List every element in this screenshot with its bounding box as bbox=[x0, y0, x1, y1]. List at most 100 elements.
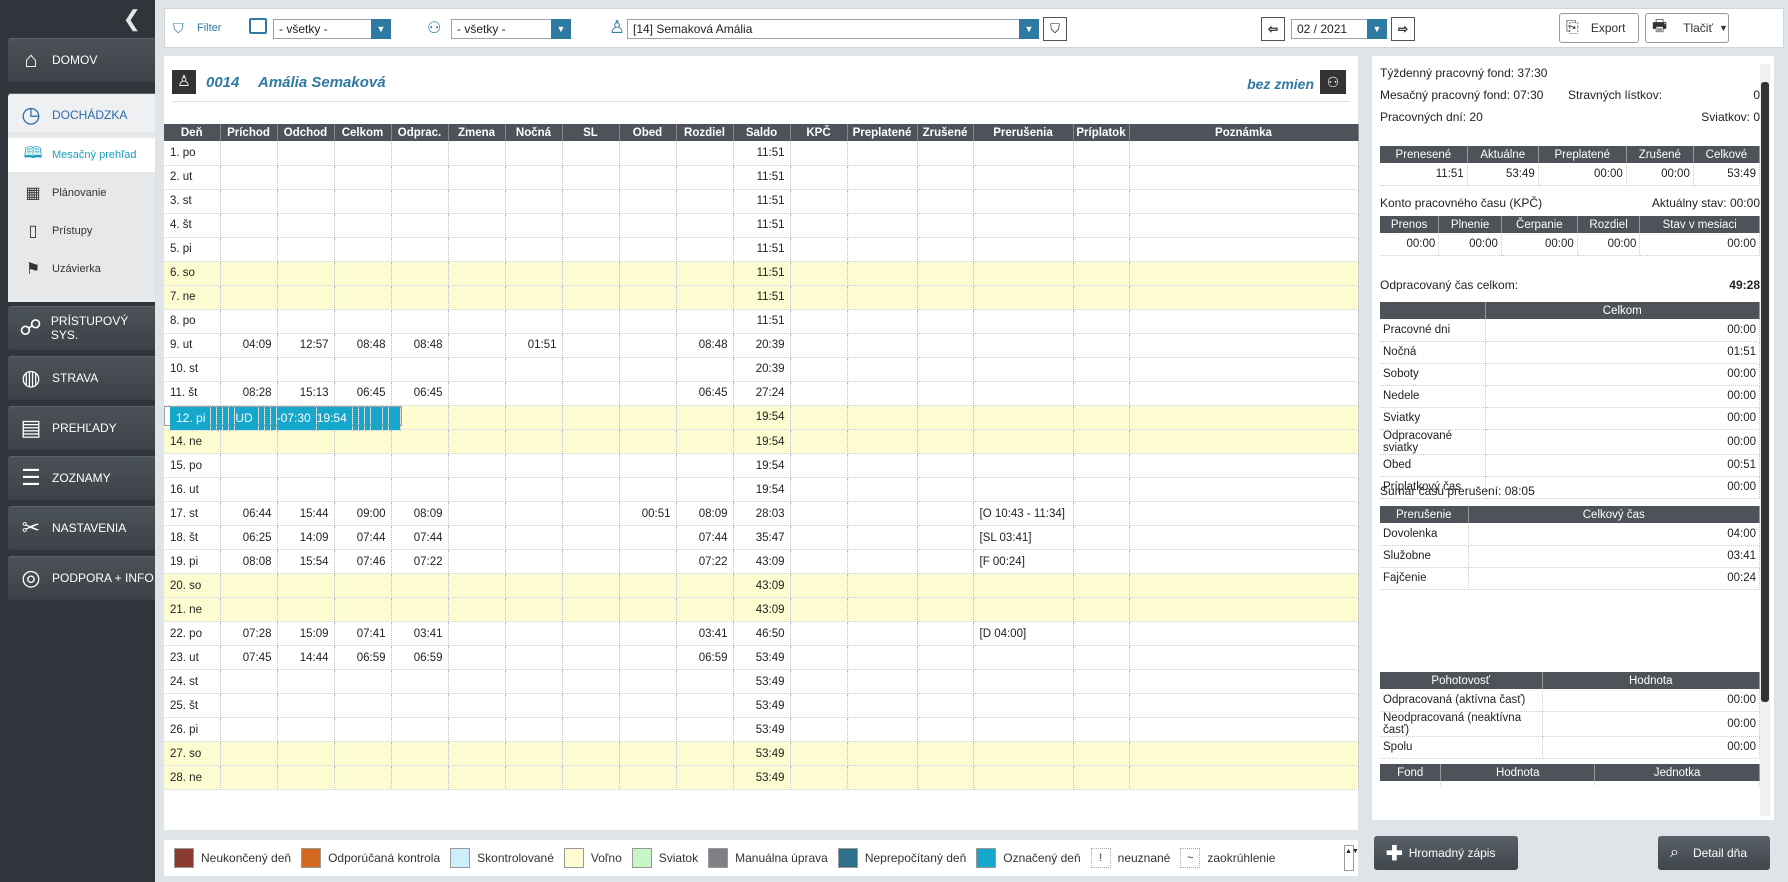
cell-preplaten- bbox=[847, 549, 918, 574]
cell-zmena bbox=[448, 405, 506, 430]
submenu-item[interactable]: ▦ Plánovanie bbox=[8, 176, 155, 210]
cell-odprac- bbox=[391, 237, 449, 262]
cell-pozn-mka bbox=[1129, 597, 1359, 622]
column-header[interactable]: Nočná bbox=[505, 124, 563, 141]
column-header[interactable]: Prerušenia bbox=[973, 124, 1074, 141]
column-header[interactable]: KPČ bbox=[790, 124, 848, 141]
day-row[interactable]: 5. pi 11:51 bbox=[164, 237, 1359, 262]
filter-label[interactable]: Filter bbox=[197, 22, 221, 34]
cell-saldo: 11:51 bbox=[733, 261, 791, 286]
day-row[interactable]: 20. so 43:09 bbox=[164, 573, 1359, 598]
day-row[interactable]: 2. ut 11:51 bbox=[164, 165, 1359, 190]
day-row[interactable]: 11. št 08:28 15:13 06:45 06:45 06:45 27:24 bbox=[164, 381, 1359, 406]
column-header[interactable]: SL bbox=[562, 124, 620, 141]
cell-preplaten- bbox=[847, 765, 918, 790]
chevron-down-icon[interactable]: ▼ bbox=[551, 19, 571, 39]
day-row[interactable]: 9. ut 04:09 12:57 08:48 08:48 01:51 08:48 20:39 bbox=[164, 333, 1359, 358]
cell-zmena bbox=[448, 501, 506, 526]
cell-sl bbox=[562, 189, 620, 214]
nav-domov[interactable]: ⌂ DOMOV bbox=[8, 38, 155, 82]
nav-podpora[interactable]: ◎ PODPORA + INFO bbox=[8, 556, 155, 600]
day-row[interactable]: 28. ne 53:49 bbox=[164, 765, 1359, 790]
group-select[interactable]: - všetky - ▼ bbox=[451, 19, 571, 39]
chevron-down-icon[interactable]: ▼ bbox=[1719, 23, 1728, 33]
legend-swatch bbox=[301, 848, 322, 868]
day-row[interactable]: 14. ne 19:54 bbox=[164, 429, 1359, 454]
prev-month-button[interactable]: ⇦ bbox=[1261, 17, 1285, 41]
department-select[interactable]: - všetky - ▼ bbox=[273, 19, 391, 39]
filter-icon[interactable]: ⛉ bbox=[173, 20, 184, 37]
column-header[interactable]: Zmena bbox=[448, 124, 506, 141]
cell-saldo: 35:47 bbox=[733, 525, 791, 550]
legend-scrollbar[interactable]: ▲▼ bbox=[1344, 845, 1359, 871]
day-row[interactable]: 1. po 11:51 bbox=[164, 141, 1359, 166]
cell-pr-platok bbox=[1073, 381, 1130, 406]
cell-rozdiel bbox=[676, 357, 734, 382]
submenu-item[interactable]: ▯ Prístupy bbox=[8, 214, 155, 248]
nav-strava[interactable]: ◍ STRAVA bbox=[8, 356, 155, 400]
day-row[interactable]: 21. ne 43:09 bbox=[164, 597, 1359, 622]
day-row[interactable]: 19. pi 08:08 15:54 07:46 07:22 07:22 43:09 [F 0… bbox=[164, 549, 1359, 574]
chevron-down-icon[interactable]: ▼ bbox=[1367, 19, 1387, 39]
nav-prehľady[interactable]: ▤ PREHĽADY bbox=[8, 406, 155, 450]
day-row[interactable]: 26. pi 53:49 bbox=[164, 717, 1359, 742]
cell-saldo: 53:49 bbox=[733, 717, 791, 742]
day-row[interactable]: 22. po 07:28 15:09 07:41 03:41 03:41 46:50 [D 0… bbox=[164, 621, 1359, 646]
submenu-item[interactable]: 🕮 Mesačný prehľad bbox=[8, 138, 155, 172]
column-header[interactable]: Rozdiel bbox=[676, 124, 734, 141]
column-header[interactable]: Obed bbox=[619, 124, 677, 141]
day-row[interactable]: 23. ut 07:45 14:44 06:59 06:59 06:59 53:49 bbox=[164, 645, 1359, 670]
cell-obed bbox=[619, 381, 677, 406]
cell-preru-enia bbox=[973, 261, 1074, 286]
day-row[interactable]: 10. st 20:39 bbox=[164, 357, 1359, 382]
cell-obed bbox=[619, 213, 677, 238]
nav-dochádzka[interactable]: ◷ DOCHÁDZKA bbox=[8, 93, 155, 137]
day-row[interactable]: 4. št 11:51 bbox=[164, 213, 1359, 238]
day-row[interactable]: 27. so 53:49 bbox=[164, 741, 1359, 766]
day-row[interactable]: 24. st 53:49 bbox=[164, 669, 1359, 694]
column-header[interactable]: Príplatok bbox=[1073, 124, 1130, 141]
cell-preru-enia: [O 10:43 - 11:34] bbox=[973, 501, 1074, 526]
next-month-button[interactable]: ⇨ bbox=[1391, 17, 1415, 41]
day-row[interactable]: 6. so 11:51 bbox=[164, 261, 1359, 286]
day-row[interactable]: 3. st 11:51 bbox=[164, 189, 1359, 214]
column-header[interactable]: Deň bbox=[164, 124, 221, 141]
collapse-sidebar-icon[interactable]: ❮ bbox=[123, 8, 141, 30]
person-select[interactable]: [14] Semaková Amália ▼ bbox=[627, 19, 1039, 39]
cell-odchod bbox=[277, 717, 335, 742]
day-row[interactable]: 18. št 06:25 14:09 07:44 07:44 07:44 35:47 [SL … bbox=[164, 525, 1359, 550]
day-row[interactable]: 8. po 11:51 bbox=[164, 309, 1359, 334]
column-header[interactable]: Poznámka bbox=[1129, 124, 1359, 141]
column-header[interactable]: Saldo bbox=[733, 124, 791, 141]
day-row[interactable]: 17. st 06:44 15:44 09:00 08:09 00:51 08:09 28:0… bbox=[164, 501, 1359, 526]
column-header[interactable]: Preplatené bbox=[847, 124, 918, 141]
summary-scrollbar[interactable] bbox=[1760, 64, 1770, 816]
cell-preplaten- bbox=[847, 381, 918, 406]
day-row[interactable]: 15. po 19:54 bbox=[164, 453, 1359, 478]
column-header[interactable]: Odchod bbox=[277, 124, 335, 141]
column-header[interactable]: Odprac. bbox=[391, 124, 449, 141]
cell-rozdiel: 06:45 bbox=[676, 381, 734, 406]
export-button[interactable]: ⎘ Export bbox=[1559, 13, 1639, 43]
shift-icon[interactable]: ⚇ bbox=[1320, 70, 1346, 94]
cell-de-: 6. so bbox=[164, 261, 221, 286]
chevron-down-icon[interactable]: ▼ bbox=[371, 19, 391, 39]
chevron-down-icon[interactable]: ▼ bbox=[1019, 19, 1039, 39]
cell-kp- bbox=[790, 621, 848, 646]
nav-prístupový[interactable]: ☍ PRÍSTUPOVÝ SYS. bbox=[8, 306, 155, 350]
day-row[interactable]: 12. pi UD -07:30 19:54 bbox=[164, 405, 402, 431]
day-row[interactable]: 16. ut 19:54 bbox=[164, 477, 1359, 502]
person-filter-button[interactable]: ⛉ bbox=[1043, 17, 1067, 41]
print-button[interactable]: 🖶 Tlačiť ▼ bbox=[1645, 13, 1729, 43]
day-row[interactable]: 7. ne 11:51 bbox=[164, 285, 1359, 310]
day-row[interactable]: 25. št 53:49 bbox=[164, 693, 1359, 718]
nav-zoznamy[interactable]: ☰ ZOZNAMY bbox=[8, 456, 155, 500]
submenu-item[interactable]: ⚑ Uzávierka bbox=[8, 252, 155, 286]
mass-entry-button[interactable]: ✚ Hromadný zápis bbox=[1374, 836, 1518, 870]
column-header[interactable]: Príchod bbox=[220, 124, 278, 141]
column-header[interactable]: Zrušené bbox=[917, 124, 974, 141]
day-detail-button[interactable]: ⌕ Detail dňa bbox=[1658, 836, 1770, 870]
column-header[interactable]: Celkom bbox=[334, 124, 392, 141]
nav-nastavenia[interactable]: ✂ NASTAVENIA bbox=[8, 506, 155, 550]
period-select[interactable]: 02 / 2021 ▼ bbox=[1291, 19, 1387, 39]
